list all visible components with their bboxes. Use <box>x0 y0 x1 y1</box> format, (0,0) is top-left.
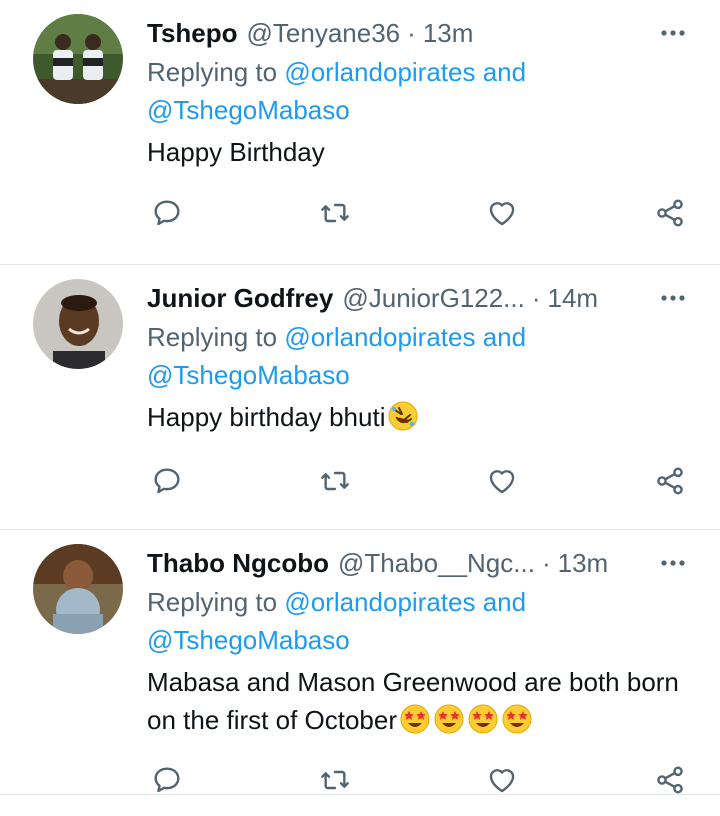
star-struck-emoji-icon <box>433 703 465 735</box>
star-struck-emoji-icon <box>467 703 499 735</box>
like-icon <box>490 769 515 793</box>
more-icon <box>661 560 685 566</box>
share-button[interactable] <box>650 193 690 233</box>
reply-button[interactable] <box>147 461 187 501</box>
author-handle[interactable]: @Thabo__Ngc... <box>338 548 535 579</box>
share-icon <box>657 766 683 794</box>
tweet-text-body: Happy birthday bhuti <box>147 402 386 432</box>
share-icon <box>657 199 683 227</box>
retweet-icon <box>320 203 349 223</box>
separator-dot: · <box>407 17 416 48</box>
avatar[interactable] <box>33 279 123 369</box>
like-button[interactable] <box>482 193 522 233</box>
avatar[interactable] <box>33 14 123 104</box>
mention-link[interactable]: @orlandopirates <box>284 322 475 352</box>
mention-link[interactable]: @TshegoMabaso <box>147 95 350 125</box>
tweet[interactable]: Tshepo @Tenyane36 · 13m Replying to @orl… <box>0 0 720 265</box>
tweet-text-body: Happy Birthday <box>147 137 325 167</box>
reply-button[interactable] <box>147 760 187 800</box>
replying-to: Replying to @orlandopirates and @TshegoM… <box>147 318 696 394</box>
retweet-icon <box>320 471 349 491</box>
like-button[interactable] <box>482 760 522 800</box>
replying-to-label: Replying to <box>147 57 278 87</box>
author-name[interactable]: Tshepo <box>147 18 238 49</box>
like-button[interactable] <box>482 461 522 501</box>
author-name[interactable]: Junior Godfrey <box>147 283 333 314</box>
separator-dot: · <box>531 282 541 313</box>
more-icon <box>661 295 685 301</box>
tweet-text: Happy birthday bhuti <box>147 398 696 436</box>
mention-and[interactable]: and <box>483 322 526 352</box>
reply-icon <box>154 767 180 793</box>
replying-to-label: Replying to <box>147 322 278 352</box>
avatar[interactable] <box>33 544 123 634</box>
reply-icon <box>154 468 180 494</box>
mention-link[interactable]: @TshegoMabaso <box>147 360 350 390</box>
timestamp[interactable]: 14m <box>548 283 599 314</box>
reply-button[interactable] <box>147 193 187 233</box>
more-options-button[interactable] <box>656 548 690 578</box>
tweet[interactable]: Junior Godfrey @JuniorG122... · 14m Repl… <box>0 265 720 530</box>
share-button[interactable] <box>650 461 690 501</box>
avatar-photo <box>33 279 123 369</box>
share-button[interactable] <box>650 760 690 800</box>
mention-and[interactable]: and <box>483 587 526 617</box>
star-struck-emoji-icon <box>399 703 431 735</box>
mention-and[interactable]: and <box>483 57 526 87</box>
like-icon <box>490 470 515 494</box>
retweet-button[interactable] <box>315 461 355 501</box>
replying-to-label: Replying to <box>147 587 278 617</box>
retweet-button[interactable] <box>315 760 355 800</box>
tweet[interactable]: Thabo Ngcobo @Thabo__Ngc... · 13m Replyi… <box>0 530 720 795</box>
replying-to: Replying to @orlandopirates and @TshegoM… <box>147 53 696 129</box>
mention-link[interactable]: @orlandopirates <box>284 57 475 87</box>
timestamp[interactable]: 13m <box>558 548 609 579</box>
tweet-text: Happy Birthday <box>147 133 696 171</box>
replying-to: Replying to @orlandopirates and @TshegoM… <box>147 583 696 659</box>
rolling-on-floor-laughing-emoji-icon <box>387 400 419 432</box>
reply-icon <box>154 200 180 226</box>
like-icon <box>490 202 515 226</box>
avatar-photo <box>33 14 123 104</box>
mention-link[interactable]: @TshegoMabaso <box>147 625 350 655</box>
author-name[interactable]: Thabo Ngcobo <box>147 548 329 579</box>
more-options-button[interactable] <box>656 18 690 48</box>
timestamp[interactable]: 13m <box>423 18 474 49</box>
more-options-button[interactable] <box>656 283 690 313</box>
tweet-text: Mabasa and Mason Greenwood are both born… <box>147 663 696 739</box>
star-struck-emoji-icon <box>501 703 533 735</box>
retweet-icon <box>320 770 349 790</box>
avatar-photo <box>33 544 123 634</box>
separator-dot: · <box>541 547 551 578</box>
more-icon <box>661 30 685 36</box>
author-handle[interactable]: @Tenyane36 <box>247 18 401 49</box>
share-icon <box>657 467 683 495</box>
mention-link[interactable]: @orlandopirates <box>284 587 475 617</box>
retweet-button[interactable] <box>315 193 355 233</box>
author-handle[interactable]: @JuniorG122... <box>342 283 524 314</box>
